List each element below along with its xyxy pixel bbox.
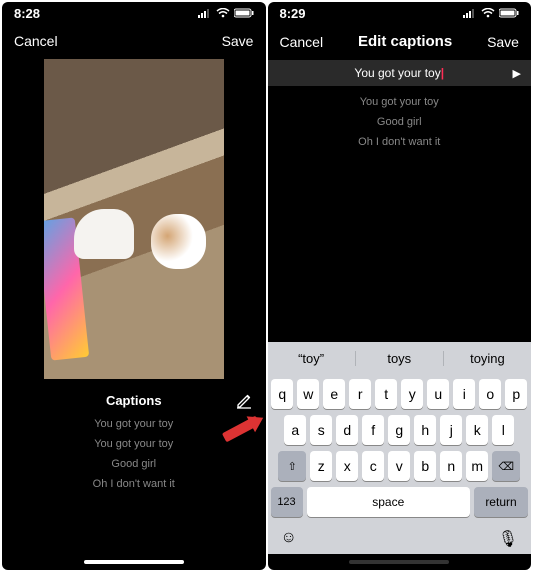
suggestion[interactable]: toys bbox=[356, 351, 444, 366]
suggestion[interactable]: toying bbox=[444, 351, 531, 366]
captions-label-text: Captions bbox=[106, 393, 162, 408]
caption-item[interactable]: Oh I don't want it bbox=[93, 478, 175, 490]
key-u[interactable]: u bbox=[427, 379, 449, 409]
key-z[interactable]: z bbox=[310, 451, 332, 481]
keyboard-row: ⇧ z x c v b n m ⌫ bbox=[271, 451, 529, 481]
pencil-icon bbox=[236, 393, 252, 409]
status-icons bbox=[198, 6, 254, 21]
key-w[interactable]: w bbox=[297, 379, 319, 409]
active-caption-text: You got your toy bbox=[354, 66, 440, 80]
key-l[interactable]: l bbox=[492, 415, 514, 445]
status-bar: 8:29 bbox=[268, 2, 532, 23]
key-c[interactable]: c bbox=[362, 451, 384, 481]
phone-left-captions-preview: 8:28 Cancel Save Captions bbox=[2, 2, 266, 570]
keyboard-row: 123 space return bbox=[271, 487, 529, 519]
key-q[interactable]: q bbox=[271, 379, 293, 409]
save-button[interactable]: Save bbox=[222, 33, 254, 49]
status-bar: 8:28 bbox=[2, 2, 266, 23]
key-v[interactable]: v bbox=[388, 451, 410, 481]
key-m[interactable]: m bbox=[466, 451, 488, 481]
mic-button[interactable]: 🎙 bbox=[498, 529, 518, 549]
key-x[interactable]: x bbox=[336, 451, 358, 481]
key-i[interactable]: i bbox=[453, 379, 475, 409]
home-indicator[interactable] bbox=[84, 560, 184, 564]
wifi-icon bbox=[216, 6, 230, 21]
key-return[interactable]: return bbox=[474, 487, 528, 517]
key-p[interactable]: p bbox=[505, 379, 527, 409]
key-shift[interactable]: ⇧ bbox=[278, 451, 306, 481]
emoji-button[interactable]: ☺ bbox=[281, 529, 297, 549]
keyboard: q w e r t y u i o p a s d f g h j k l bbox=[268, 375, 532, 554]
key-n[interactable]: n bbox=[440, 451, 462, 481]
caption-item[interactable]: You got your toy bbox=[360, 96, 439, 108]
battery-icon bbox=[499, 6, 519, 21]
key-r[interactable]: r bbox=[349, 379, 371, 409]
signal-icon bbox=[463, 6, 477, 21]
play-button[interactable]: ▶ bbox=[513, 67, 521, 80]
navbar: Cancel Edit captions Save bbox=[268, 23, 532, 60]
captions-section-header: Captions bbox=[2, 379, 266, 414]
video-content bbox=[74, 209, 134, 259]
key-a[interactable]: a bbox=[284, 415, 306, 445]
key-j[interactable]: j bbox=[440, 415, 462, 445]
keyboard-footer: ☺ 🎙 bbox=[271, 525, 529, 551]
keyboard-row: q w e r t y u i o p bbox=[271, 379, 529, 409]
key-g[interactable]: g bbox=[388, 415, 410, 445]
wifi-icon bbox=[481, 6, 495, 21]
save-button[interactable]: Save bbox=[487, 34, 519, 50]
key-123[interactable]: 123 bbox=[271, 487, 303, 517]
video-content bbox=[151, 214, 206, 269]
signal-icon bbox=[198, 6, 212, 21]
cancel-button[interactable]: Cancel bbox=[280, 34, 324, 50]
video-preview[interactable] bbox=[44, 59, 224, 379]
key-f[interactable]: f bbox=[362, 415, 384, 445]
caption-item[interactable]: Good girl bbox=[377, 116, 422, 128]
key-backspace[interactable]: ⌫ bbox=[492, 451, 520, 481]
status-icons bbox=[463, 6, 519, 21]
navbar: Cancel Save bbox=[2, 23, 266, 59]
phone-right-edit-captions: 8:29 Cancel Edit captions Save You got y… bbox=[268, 2, 532, 570]
key-o[interactable]: o bbox=[479, 379, 501, 409]
keyboard-suggestions: “toy” toys toying bbox=[268, 342, 532, 375]
caption-item[interactable]: You got your toy bbox=[94, 418, 173, 430]
text-cursor: | bbox=[441, 66, 444, 80]
key-t[interactable]: t bbox=[375, 379, 397, 409]
battery-icon bbox=[234, 6, 254, 21]
caption-item[interactable]: Oh I don't want it bbox=[358, 136, 440, 148]
key-space[interactable]: space bbox=[307, 487, 471, 517]
status-time: 8:28 bbox=[14, 6, 40, 21]
active-caption-row[interactable]: You got your toy| ▶ bbox=[268, 60, 532, 86]
cancel-button[interactable]: Cancel bbox=[14, 33, 58, 49]
status-time: 8:29 bbox=[280, 6, 306, 21]
caption-item[interactable]: Good girl bbox=[111, 458, 156, 470]
key-e[interactable]: e bbox=[323, 379, 345, 409]
key-b[interactable]: b bbox=[414, 451, 436, 481]
keyboard-row: a s d f g h j k l bbox=[271, 415, 529, 445]
home-indicator[interactable] bbox=[349, 560, 449, 564]
key-s[interactable]: s bbox=[310, 415, 332, 445]
key-y[interactable]: y bbox=[401, 379, 423, 409]
key-k[interactable]: k bbox=[466, 415, 488, 445]
key-d[interactable]: d bbox=[336, 415, 358, 445]
caption-list: You got your toy Good girl Oh I don't wa… bbox=[268, 86, 532, 160]
caption-item[interactable]: You got your toy bbox=[94, 438, 173, 450]
key-h[interactable]: h bbox=[414, 415, 436, 445]
page-title: Edit captions bbox=[358, 33, 452, 50]
annotation-arrow bbox=[222, 424, 260, 434]
edit-captions-button[interactable] bbox=[236, 393, 252, 412]
suggestion[interactable]: “toy” bbox=[268, 351, 356, 366]
